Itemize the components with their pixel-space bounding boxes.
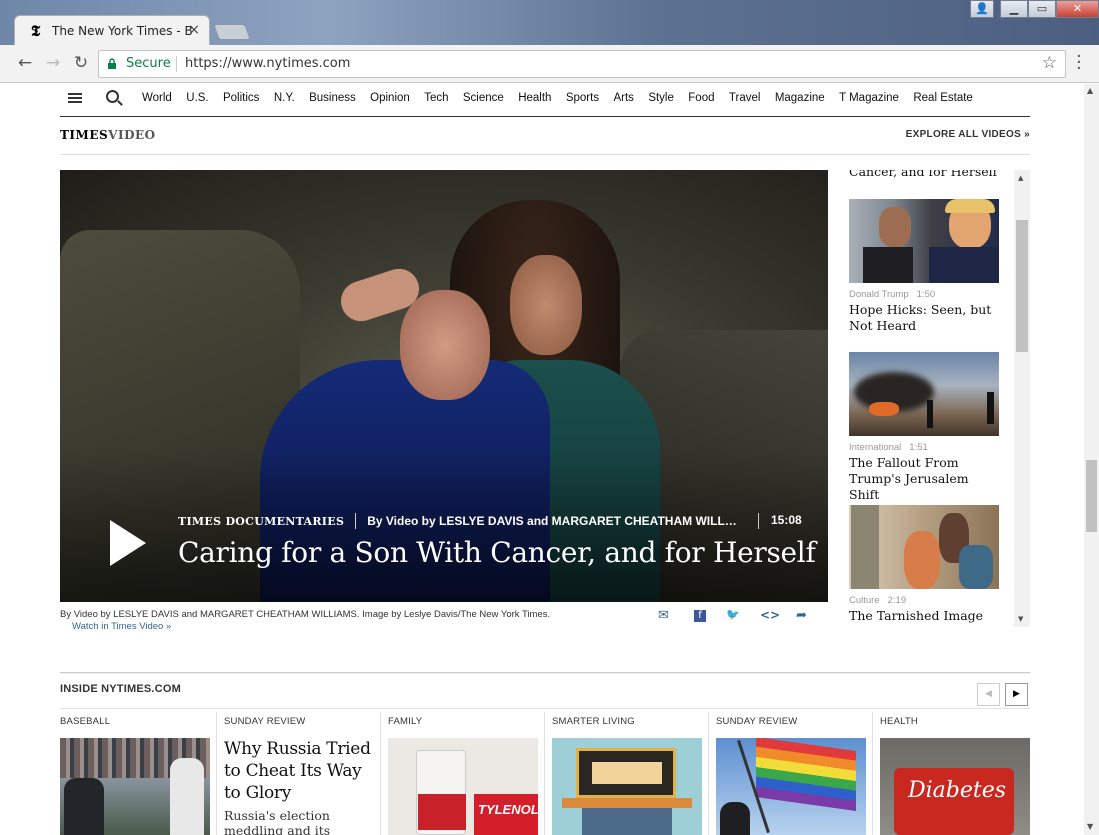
inside-column[interactable]: FAMILY TYLENOL bbox=[380, 712, 544, 835]
window-titlebar: 𝕿 The New York Times - Br × 👤 ▁ ▭ ✕ bbox=[0, 0, 1099, 46]
column-kicker[interactable]: SUNDAY REVIEW bbox=[716, 716, 797, 727]
back-icon[interactable]: ← bbox=[14, 53, 36, 73]
column-kicker[interactable]: BASEBALL bbox=[60, 716, 110, 727]
maximize-button[interactable]: ▭ bbox=[1028, 0, 1056, 18]
diabetes-label: Diabetes bbox=[908, 778, 1007, 803]
tab-close-icon[interactable]: × bbox=[188, 22, 200, 38]
browser-tab[interactable]: 𝕿 The New York Times - Br × bbox=[14, 15, 210, 46]
column-kicker[interactable]: FAMILY bbox=[388, 716, 422, 727]
rainbow-flag-image[interactable] bbox=[716, 738, 866, 835]
user-icon[interactable]: 👤 bbox=[970, 0, 994, 18]
diabetes-image[interactable]: Diabetes bbox=[880, 738, 1030, 835]
column-headline[interactable]: Why Russia Tried to Cheat Its Way to Glo… bbox=[224, 738, 379, 804]
inside-column[interactable]: SMARTER LIVING bbox=[544, 712, 708, 835]
minimize-button[interactable]: ▁ bbox=[1000, 0, 1028, 18]
inside-subdivider bbox=[60, 708, 1030, 709]
close-window-button[interactable]: ✕ bbox=[1056, 0, 1099, 18]
tylenol-label: TYLENOL bbox=[478, 802, 538, 817]
tylenol-image[interactable]: TYLENOL bbox=[388, 738, 538, 835]
inside-carousel: BASEBALL SUNDAY REVIEW Why Russia Tried … bbox=[60, 84, 1060, 835]
column-kicker[interactable]: SUNDAY REVIEW bbox=[224, 716, 305, 727]
inside-column[interactable]: BASEBALL bbox=[60, 712, 224, 835]
inside-column[interactable]: SUNDAY REVIEW Why Russia Tried to Cheat … bbox=[216, 712, 380, 835]
address-bar[interactable]: Secure https://www.nytimes.com ☆ bbox=[98, 50, 1066, 78]
column-kicker[interactable]: HEALTH bbox=[880, 716, 918, 727]
tab-title: The New York Times - Br bbox=[52, 24, 192, 38]
bookmark-star-icon[interactable]: ☆ bbox=[1042, 53, 1057, 73]
page-scroll-down-icon[interactable]: ▼ bbox=[1087, 822, 1093, 831]
smarter-living-illustration[interactable] bbox=[552, 738, 702, 835]
nyt-favicon-icon: 𝕿 bbox=[31, 22, 41, 40]
browser-toolbar: ← → ↻ Secure https://www.nytimes.com ☆ ·… bbox=[0, 45, 1099, 83]
omnibox-divider bbox=[176, 56, 177, 72]
page-scroll-up-icon[interactable]: ▲ bbox=[1087, 86, 1093, 95]
secure-label: Secure bbox=[126, 56, 171, 71]
new-tab-button[interactable] bbox=[213, 24, 251, 40]
page-scrollbar[interactable]: ▲ ▼ bbox=[1084, 84, 1099, 835]
inside-column[interactable]: SUNDAY REVIEW bbox=[708, 712, 872, 835]
baseball-image[interactable] bbox=[60, 738, 210, 835]
reload-icon[interactable]: ↻ bbox=[70, 53, 92, 73]
page-scroll-thumb[interactable] bbox=[1086, 460, 1097, 532]
inside-column[interactable]: HEALTH Diabetes bbox=[872, 712, 1036, 835]
webpage: World U.S. Politics N.Y. Business Opinio… bbox=[0, 84, 1084, 835]
lock-icon bbox=[108, 58, 116, 69]
chrome-menu-icon[interactable]: · · · bbox=[1076, 48, 1082, 78]
column-kicker[interactable]: SMARTER LIVING bbox=[552, 716, 635, 727]
url-text[interactable]: https://www.nytimes.com bbox=[185, 56, 350, 71]
column-summary: Russia's election meddling and its Olymp… bbox=[224, 808, 331, 835]
forward-icon[interactable]: → bbox=[42, 53, 64, 73]
